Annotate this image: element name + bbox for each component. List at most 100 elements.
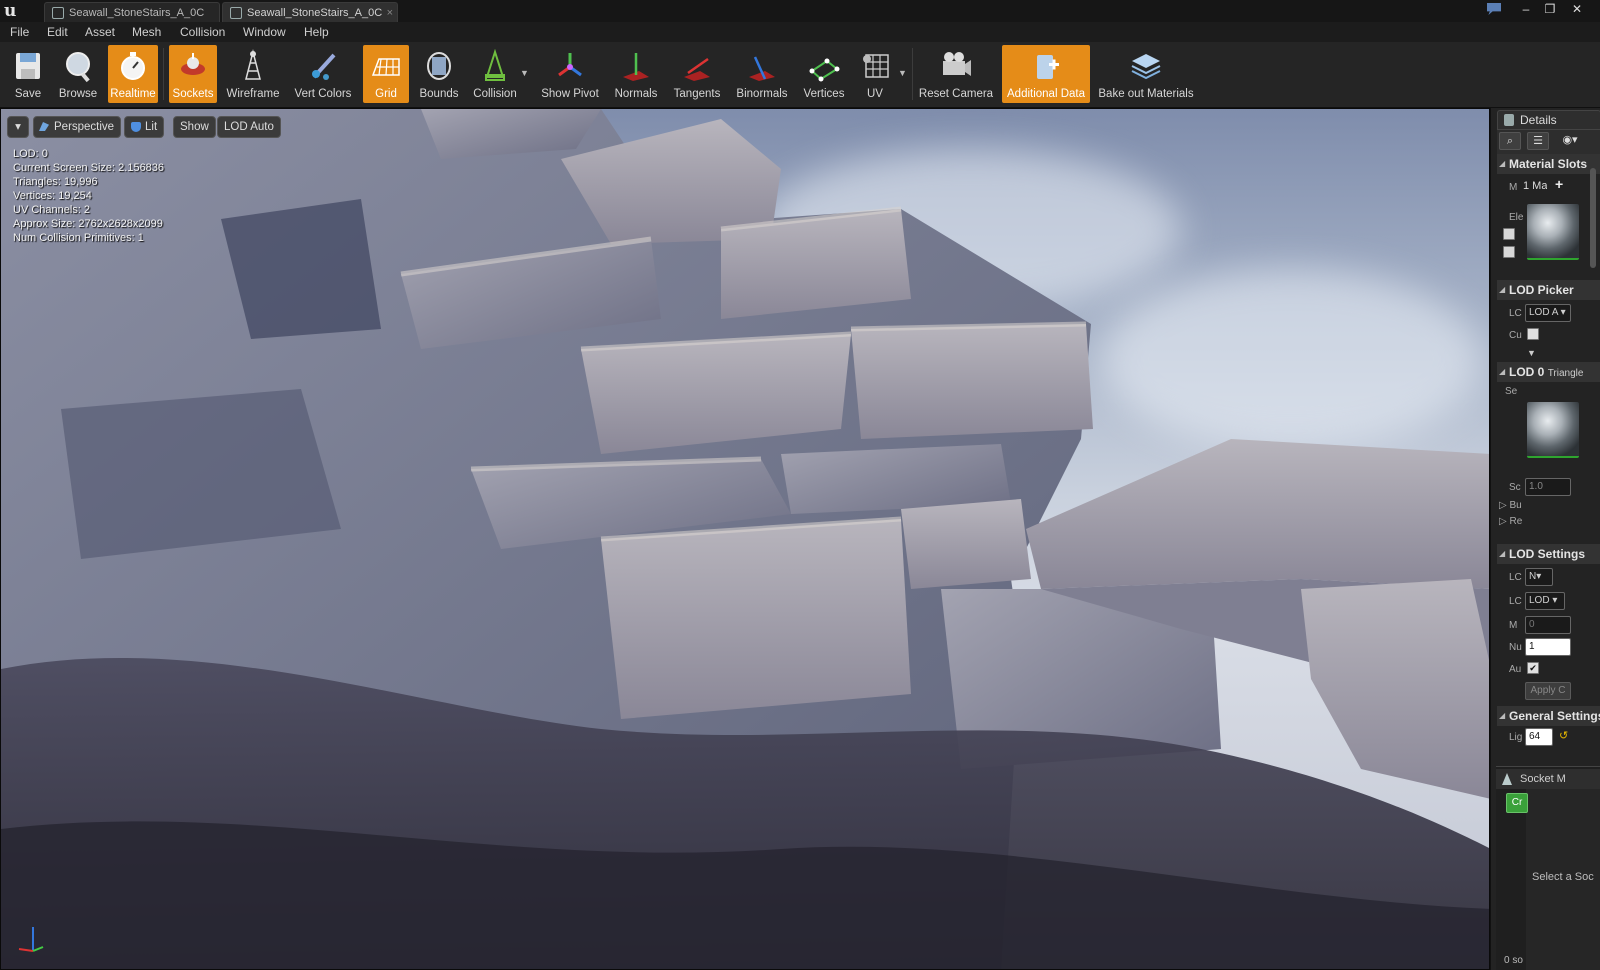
lod-picker-header[interactable]: LOD Picker: [1497, 280, 1600, 300]
binormals-button[interactable]: Binormals: [732, 45, 792, 103]
vert-colors-label: Vert Colors: [294, 88, 352, 100]
menu-help[interactable]: Help: [304, 22, 329, 42]
details-tab[interactable]: Details: [1497, 110, 1600, 130]
close-window-button[interactable]: ✕: [1566, 0, 1588, 18]
menu-mesh[interactable]: Mesh: [132, 22, 161, 42]
stat-collision-primitives: Num Collision Primitives: 1: [13, 232, 144, 244]
material-checkbox[interactable]: [1503, 228, 1515, 240]
save-button[interactable]: Save: [4, 45, 52, 103]
socket-manager-tab[interactable]: Socket M: [1496, 769, 1600, 789]
wireframe-button[interactable]: Wireframe: [222, 45, 284, 103]
asset-icon: [52, 7, 64, 19]
viewport[interactable]: ▾ Perspective Lit Show LOD Auto LOD: 0 C…: [0, 108, 1490, 970]
camera-icon: [943, 52, 971, 76]
close-tab-icon[interactable]: ×: [387, 3, 393, 22]
lit-button[interactable]: Lit: [124, 116, 165, 138]
stat-lod: LOD: 0: [13, 148, 48, 160]
perspective-button[interactable]: Perspective: [33, 116, 122, 138]
sockets-label: Sockets: [172, 88, 214, 100]
create-socket-button[interactable]: Cr: [1506, 793, 1528, 813]
maximize-button[interactable]: ❐: [1539, 0, 1561, 18]
tangents-icon: [684, 57, 710, 81]
reset-camera-button[interactable]: Reset Camera: [918, 45, 994, 103]
reset-default-icon[interactable]: ↺: [1559, 729, 1568, 742]
expand-icon[interactable]: ▼: [1527, 348, 1536, 358]
vert-colors-icon: [312, 53, 336, 80]
num-lods-input[interactable]: 1: [1525, 638, 1571, 656]
show-pivot-button[interactable]: Show Pivot: [538, 45, 602, 103]
minimize-button[interactable]: –: [1515, 0, 1537, 18]
browse-button[interactable]: Browse: [52, 45, 104, 103]
menu-asset[interactable]: Asset: [85, 22, 115, 42]
additional-data-label: Additional Data: [1007, 88, 1085, 100]
list-view-icon[interactable]: ☰: [1527, 132, 1549, 150]
menu-file[interactable]: File: [10, 22, 29, 42]
light-map-input[interactable]: 64: [1525, 728, 1553, 746]
lod0-header[interactable]: LOD 0 Triangle: [1497, 362, 1600, 382]
lod-import-combo[interactable]: LOD ▾: [1525, 592, 1565, 610]
details-tab-label: Details: [1520, 113, 1557, 127]
reduction-settings-label[interactable]: ▷ Re: [1499, 516, 1522, 527]
tangents-button[interactable]: Tangents: [668, 45, 726, 103]
additional-data-button[interactable]: Additional Data: [1002, 45, 1090, 103]
reduction-label: Re: [1509, 516, 1523, 527]
apply-changes-button[interactable]: Apply C: [1525, 682, 1571, 700]
wireframe-icon: [245, 49, 261, 80]
screen-size-input[interactable]: 1.0: [1525, 478, 1571, 496]
lod-auto-button[interactable]: LOD Auto: [217, 116, 281, 138]
auto-compute-label: Au: [1509, 664, 1522, 675]
tab-asset-2[interactable]: Seawall_StoneStairs_A_0C ×: [222, 2, 398, 22]
save-icon: [16, 53, 40, 79]
custom-checkbox[interactable]: [1527, 328, 1539, 340]
tab-asset-1[interactable]: Seawall_StoneStairs_A_0C: [44, 2, 220, 22]
asset-icon: [230, 7, 242, 19]
stat-approx-size: Approx Size: 2762x2628x2099: [13, 218, 163, 230]
uv-button[interactable]: UV: [854, 45, 896, 103]
bake-out-materials-button[interactable]: Bake out Materials: [1096, 45, 1196, 103]
stat-triangles: Triangles: 19,996: [13, 176, 98, 188]
vertices-label: Vertices: [803, 88, 845, 100]
menu-collision[interactable]: Collision: [180, 22, 225, 42]
auto-compute-checkbox[interactable]: ✔: [1527, 662, 1539, 674]
stat-uv-channels: UV Channels: 2: [13, 204, 91, 216]
menu-window[interactable]: Window: [243, 22, 286, 42]
lod-group-combo[interactable]: N▾: [1525, 568, 1553, 586]
collision-button[interactable]: Collision: [468, 45, 522, 103]
viewport-options-button[interactable]: ▾: [7, 116, 29, 138]
normals-button[interactable]: Normals: [610, 45, 662, 103]
search-icon[interactable]: ⌕: [1499, 132, 1521, 150]
grid-button[interactable]: Grid: [363, 45, 409, 103]
min-lod-label: M: [1509, 620, 1518, 631]
min-lod-input[interactable]: 0: [1525, 616, 1571, 634]
sockets-button[interactable]: Sockets: [169, 45, 217, 103]
lod-picker-value: LOD A: [1529, 307, 1558, 318]
collision-label: Collision: [473, 88, 517, 100]
vert-colors-button[interactable]: Vert Colors: [290, 45, 356, 103]
collision-dropdown-icon[interactable]: ▼: [520, 68, 529, 78]
title-bar: u Seawall_StoneStairs_A_0C Seawall_Stone…: [0, 0, 1600, 22]
bake-materials-icon: [1131, 54, 1161, 80]
build-settings-label[interactable]: ▷ Bu: [1499, 500, 1522, 511]
general-settings-header[interactable]: General Settings: [1497, 706, 1600, 726]
material-count: 1 Ma: [1523, 180, 1548, 192]
lod0-material-thumbnail[interactable]: [1527, 402, 1579, 458]
realtime-button[interactable]: Realtime: [108, 45, 158, 103]
details-scrollbar[interactable]: [1590, 168, 1596, 268]
lod-settings-header[interactable]: LOD Settings: [1497, 544, 1600, 564]
visibility-icon[interactable]: ◉▾: [1555, 132, 1585, 150]
pivot-icon: [558, 53, 582, 77]
feedback-icon[interactable]: [1487, 3, 1501, 15]
show-button[interactable]: Show: [173, 116, 216, 138]
uv-dropdown-icon[interactable]: ▼: [898, 68, 907, 78]
vertices-button[interactable]: Vertices: [798, 45, 850, 103]
binormals-label: Binormals: [736, 88, 788, 100]
menu-edit[interactable]: Edit: [47, 22, 68, 42]
add-material-icon[interactable]: +: [1555, 176, 1563, 192]
bounds-button[interactable]: Bounds: [414, 45, 464, 103]
material-slots-header[interactable]: Material Slots: [1497, 154, 1600, 174]
lod-import-label: LC: [1509, 596, 1522, 607]
collision-icon: [485, 49, 505, 81]
lod-picker-combo[interactable]: LOD A ▾: [1525, 304, 1571, 322]
material-thumbnail[interactable]: [1527, 204, 1579, 260]
material-checkbox[interactable]: [1503, 246, 1515, 258]
